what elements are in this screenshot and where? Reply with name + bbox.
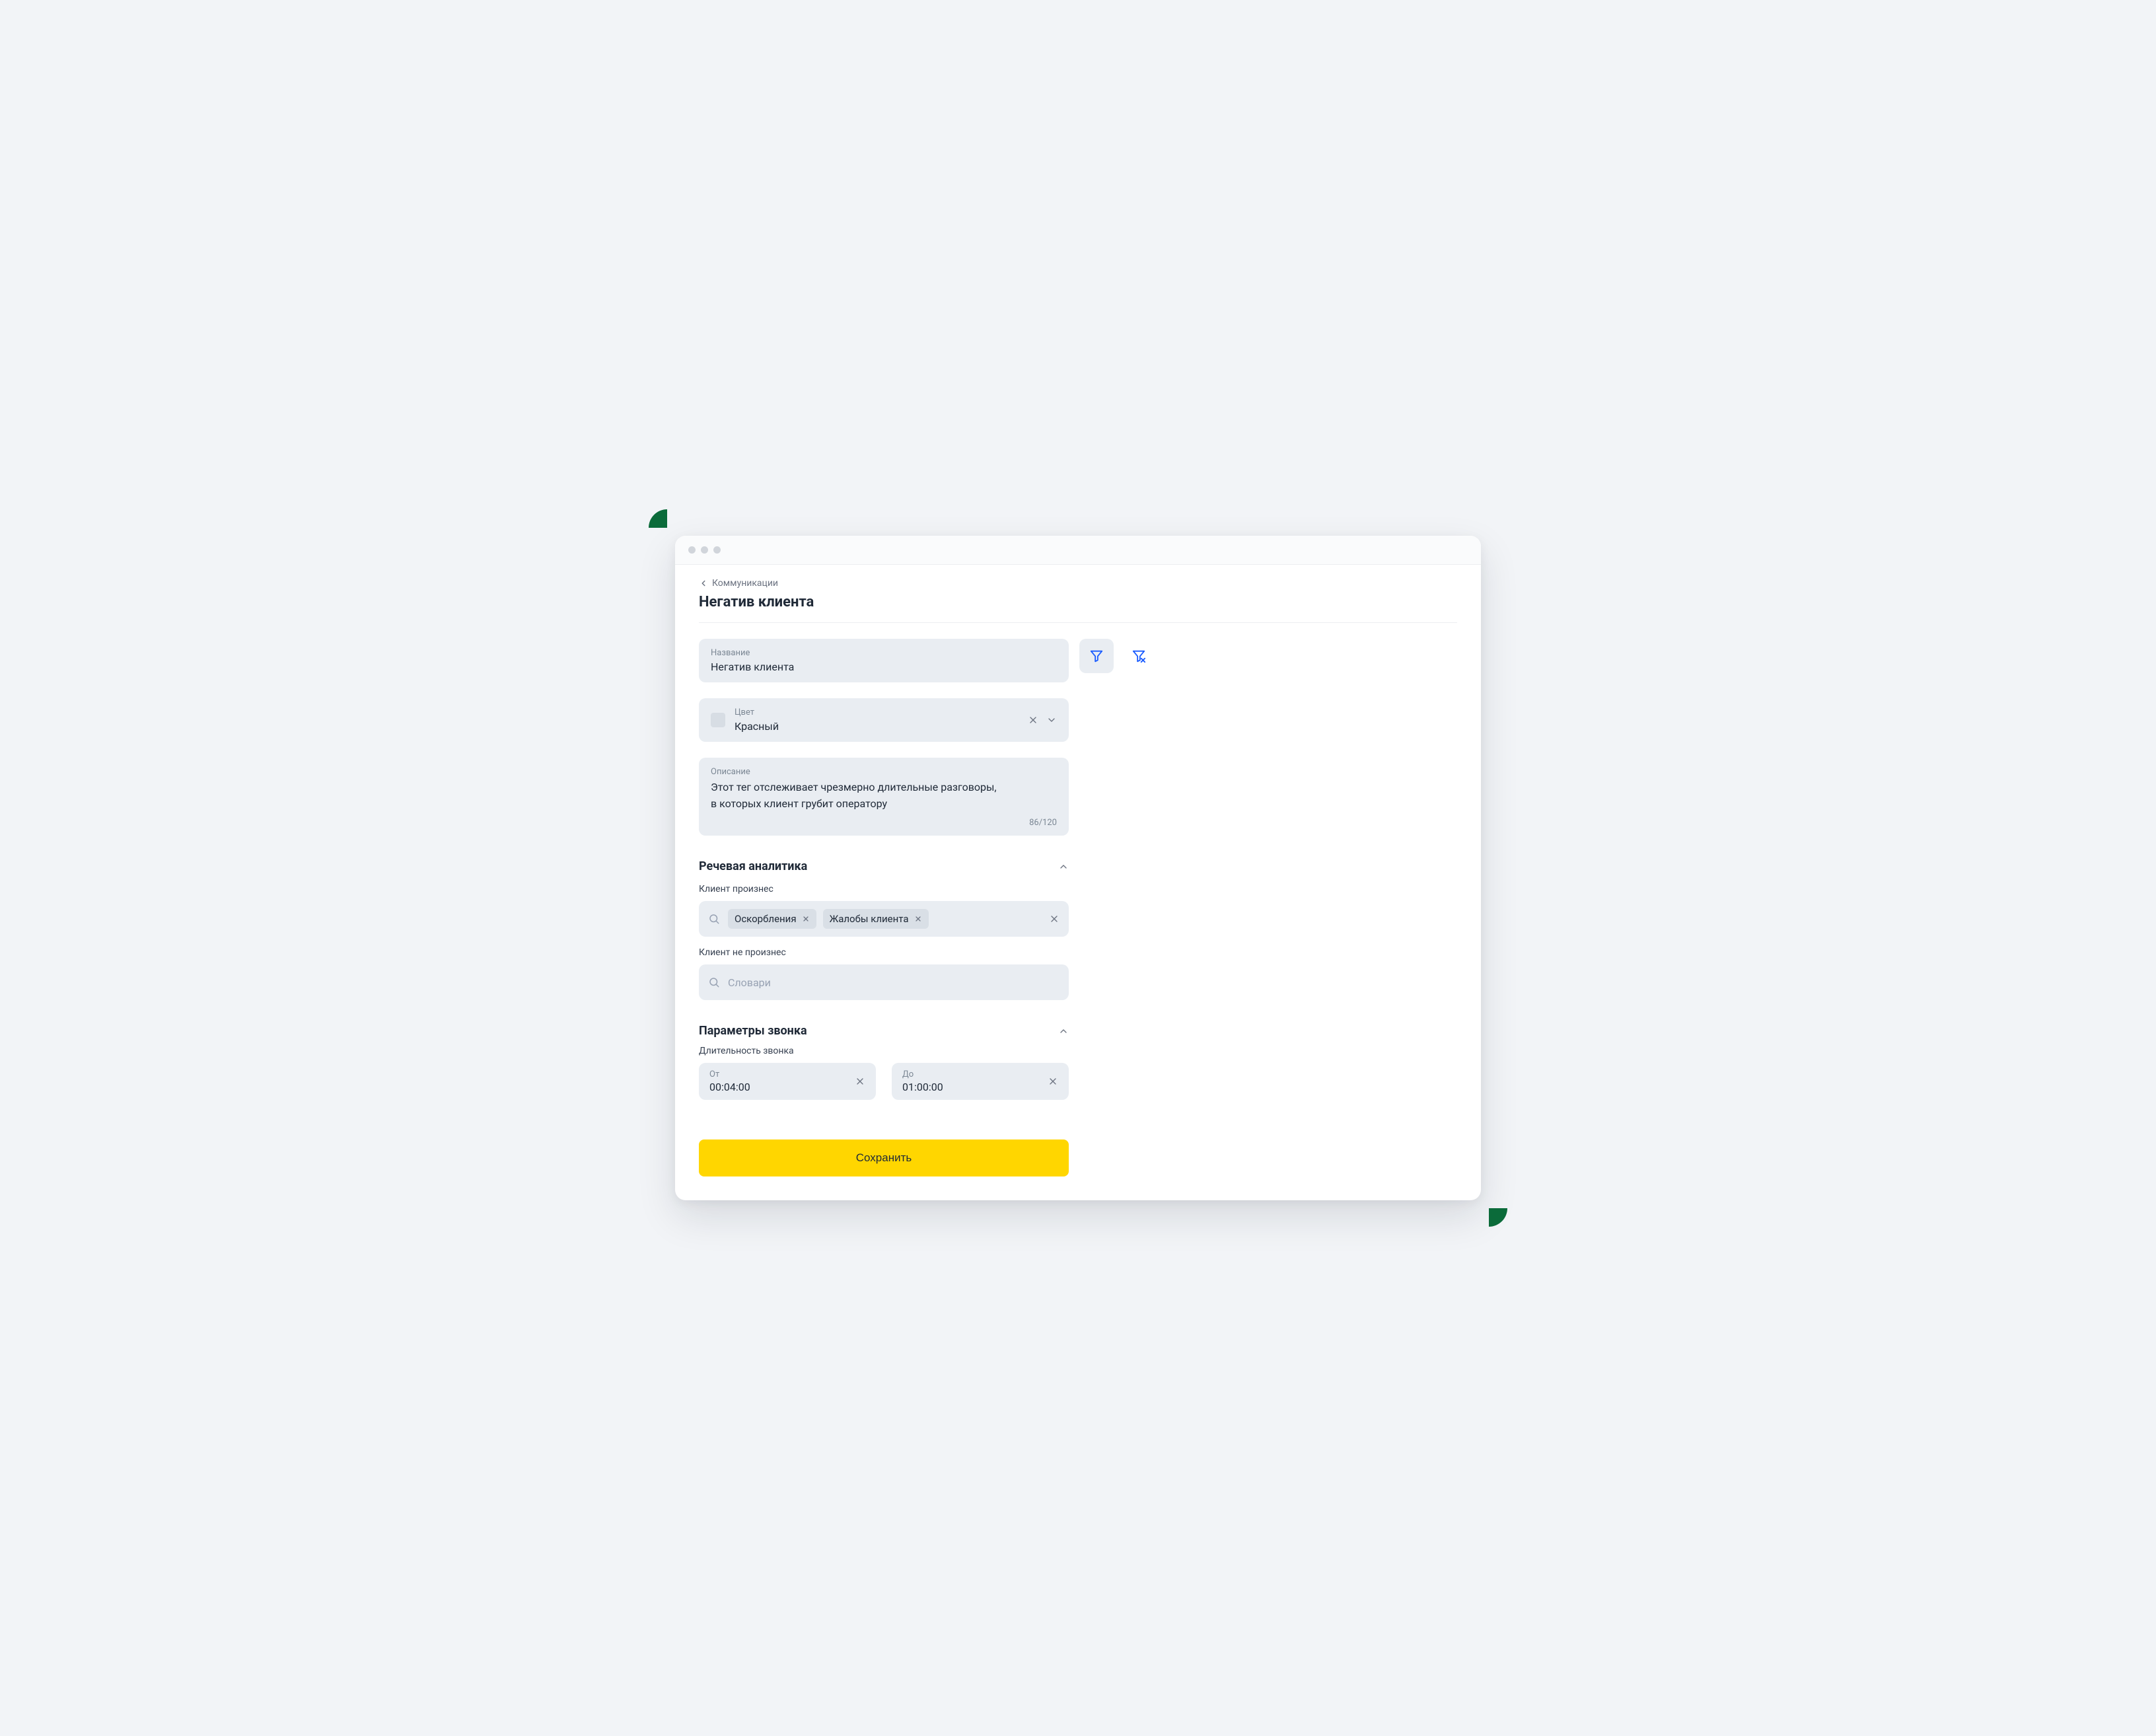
clear-said-button[interactable]	[1049, 914, 1060, 924]
name-label: Название	[711, 648, 1057, 658]
color-field[interactable]: Цвет Красный	[699, 698, 1069, 742]
description-counter: 86/120	[1029, 818, 1057, 828]
name-value: Негатив клиента	[711, 661, 1057, 673]
divider	[699, 622, 1457, 623]
name-field[interactable]: Название Негатив клиента	[699, 639, 1069, 682]
window-control-min[interactable]	[701, 546, 708, 554]
clear-from-button[interactable]	[855, 1076, 865, 1087]
chevron-left-icon	[699, 579, 708, 588]
chip-label: Оскорбления	[735, 913, 797, 925]
description-value: Этот тег отслеживает чрезмерно длительны…	[711, 779, 1057, 813]
save-button[interactable]: Сохранить	[699, 1139, 1069, 1176]
breadcrumb-label: Коммуникации	[712, 578, 778, 589]
page-title: Негатив клиента	[699, 594, 1457, 610]
client-not-said-label: Клиент не произнес	[699, 947, 1069, 958]
description-label: Описание	[711, 767, 1057, 777]
color-value: Красный	[735, 720, 1019, 733]
client-said-label: Клиент произнес	[699, 884, 1069, 894]
chip-remove-icon[interactable]	[914, 915, 922, 923]
duration-to-value: 01:00:00	[902, 1081, 943, 1093]
search-icon	[708, 976, 720, 988]
duration-from-value: 00:04:00	[709, 1081, 750, 1093]
chip[interactable]: Жалобы клиента	[823, 909, 929, 929]
duration-to-label: До	[902, 1069, 943, 1079]
clear-filter-button[interactable]	[1122, 639, 1156, 673]
window-control-close[interactable]	[688, 546, 696, 554]
breadcrumb-back[interactable]: Коммуникации	[699, 578, 1457, 589]
client-said-input[interactable]: Оскорбления Жалобы клиента	[699, 901, 1069, 937]
clear-to-button[interactable]	[1048, 1076, 1058, 1087]
call-section-title: Параметры звонка	[699, 1024, 807, 1038]
window-control-max[interactable]	[713, 546, 721, 554]
clear-color-button[interactable]	[1028, 715, 1038, 725]
search-icon	[708, 913, 720, 925]
duration-from-label: От	[709, 1069, 750, 1079]
speech-section-title: Речевая аналитика	[699, 859, 807, 873]
app-window: Коммуникации Негатив клиента Название Не…	[675, 536, 1481, 1201]
filter-button[interactable]	[1079, 639, 1114, 673]
filter-icon	[1089, 649, 1104, 663]
titlebar	[675, 536, 1481, 565]
duration-to-field[interactable]: До 01:00:00	[892, 1063, 1069, 1100]
client-not-said-input[interactable]: Словари	[699, 964, 1069, 1000]
color-label: Цвет	[735, 707, 1019, 717]
duration-label: Длительность звонка	[699, 1046, 1069, 1056]
chip-label: Жалобы клиента	[830, 913, 909, 925]
description-field[interactable]: Описание Этот тег отслеживает чрезмерно …	[699, 758, 1069, 836]
chevron-down-icon[interactable]	[1046, 715, 1057, 725]
chip-remove-icon[interactable]	[802, 915, 810, 923]
duration-from-field[interactable]: От 00:04:00	[699, 1063, 876, 1100]
not-said-placeholder: Словари	[728, 976, 771, 989]
filter-clear-icon	[1132, 649, 1146, 663]
color-swatch	[711, 713, 725, 727]
collapse-call-button[interactable]	[1058, 1026, 1069, 1036]
chip[interactable]: Оскорбления	[728, 909, 816, 929]
collapse-speech-button[interactable]	[1058, 861, 1069, 872]
